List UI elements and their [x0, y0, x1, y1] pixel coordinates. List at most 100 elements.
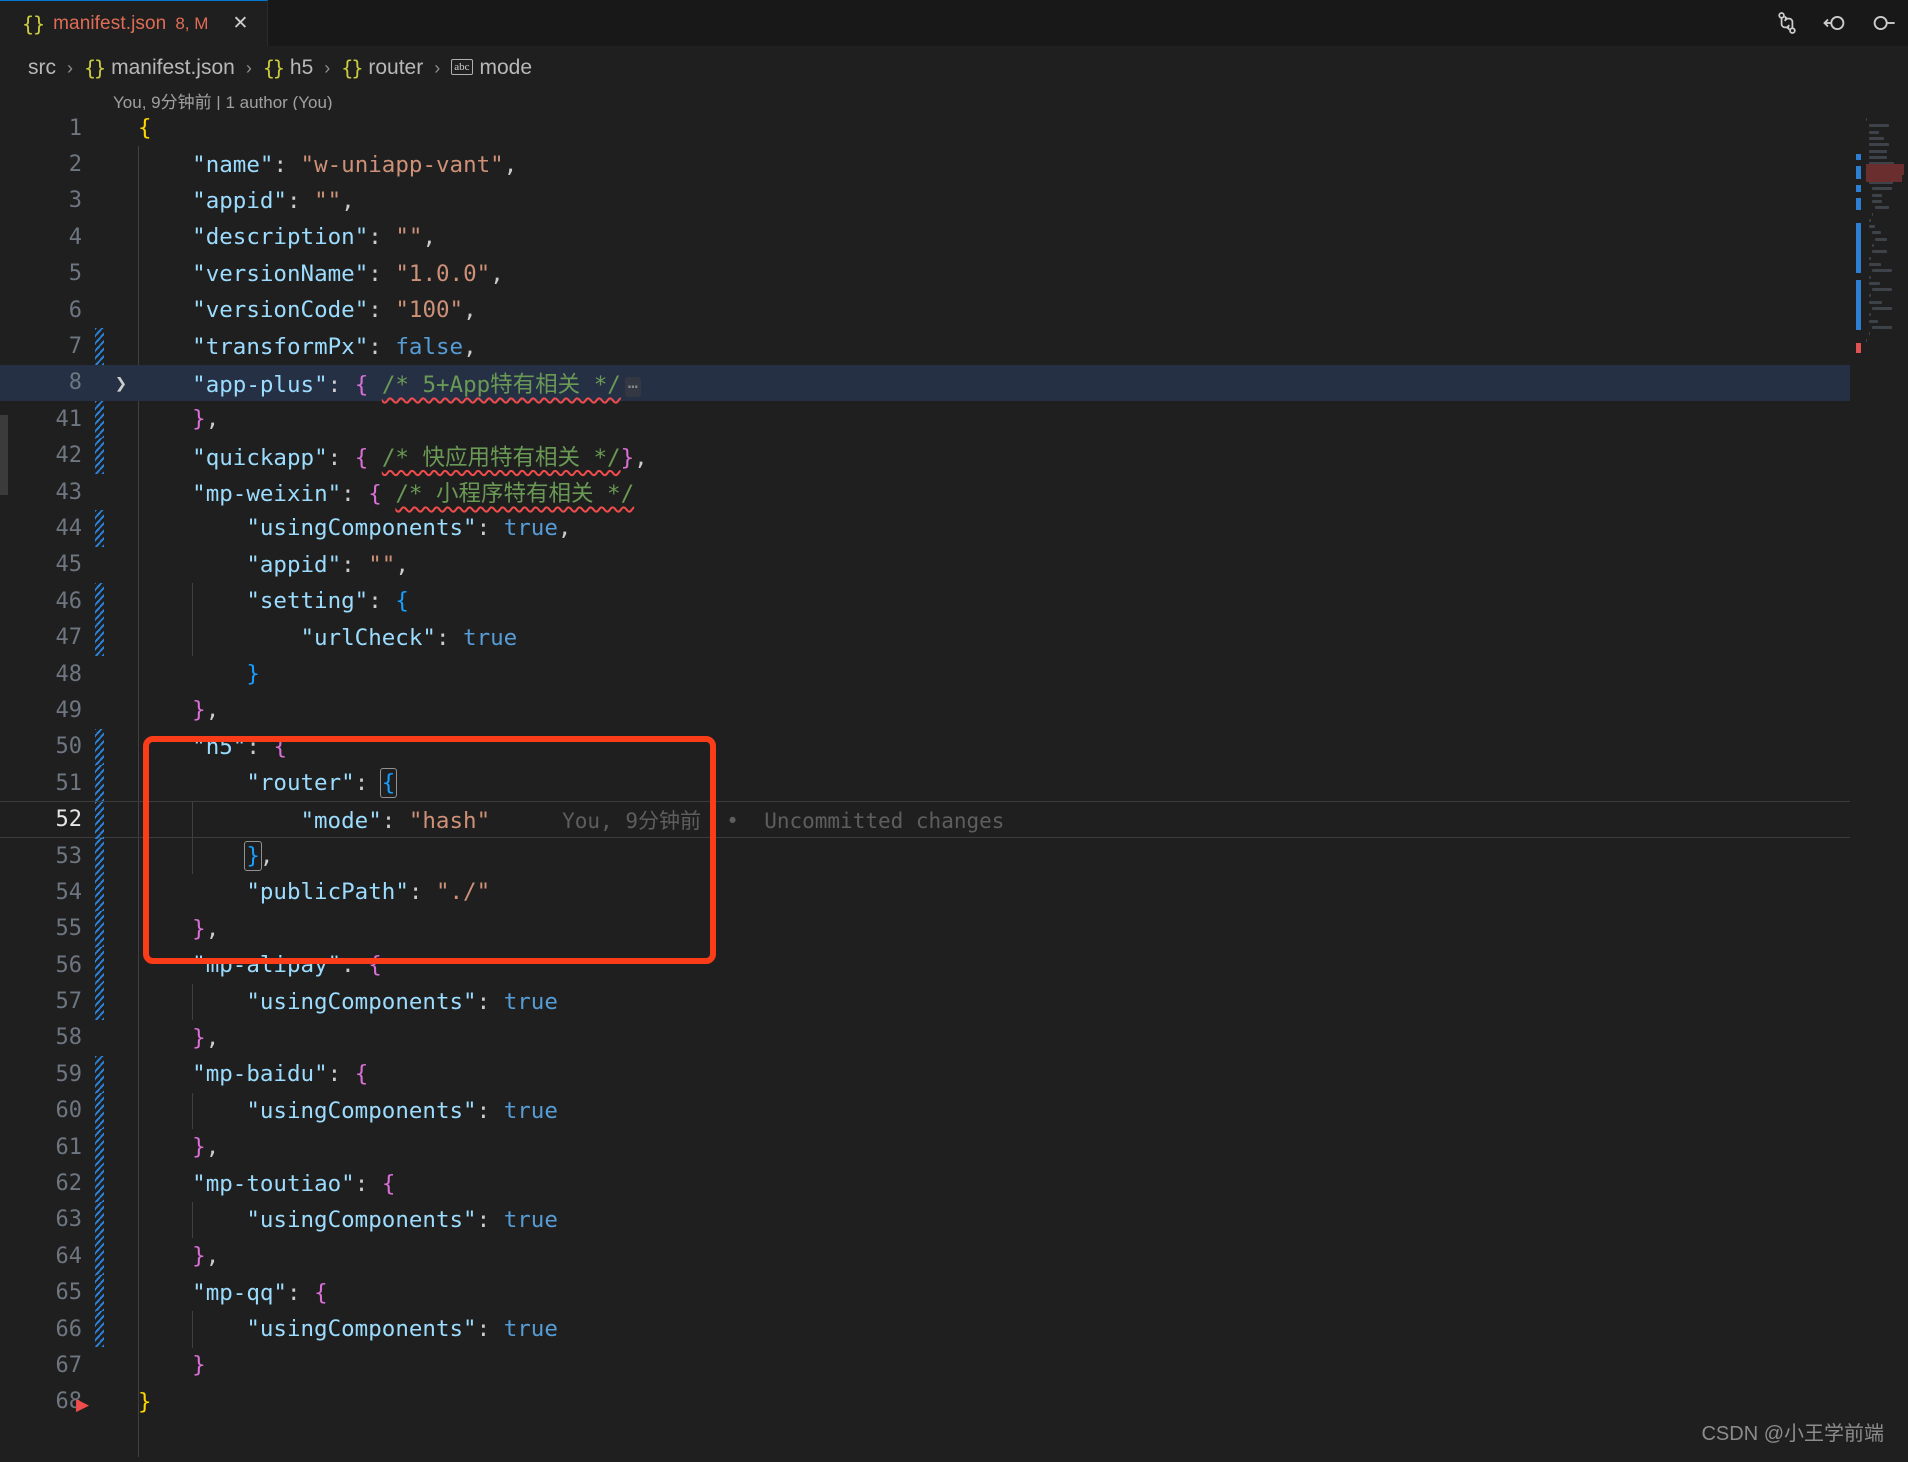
line-number: 61	[55, 1134, 83, 1160]
code-line[interactable]: 5 "versionName": "1.0.0",	[0, 256, 1908, 292]
line-number: 60	[55, 1098, 83, 1124]
code-line-content: "versionCode": "100",	[138, 297, 476, 323]
breadcrumb-item-manifest[interactable]: {} manifest.json	[84, 56, 235, 80]
line-number: 65	[55, 1280, 83, 1306]
git-change-indicator[interactable]	[95, 1274, 104, 1311]
more-actions-icon[interactable]	[1868, 8, 1898, 38]
breadcrumb-label: mode	[479, 56, 533, 79]
code-token: ""	[314, 187, 342, 214]
split-editor-icon[interactable]	[1772, 8, 1802, 38]
code-line[interactable]: 50 "h5": {	[0, 728, 1908, 766]
git-change-indicator[interactable]	[95, 765, 104, 802]
git-change-indicator[interactable]	[95, 583, 104, 620]
minimap-line	[1869, 143, 1889, 147]
code-line[interactable]: 6 "versionCode": "100",	[0, 292, 1908, 328]
breadcrumb-item-mode[interactable]: abc mode	[451, 56, 532, 80]
tab-manifest-json[interactable]: {} manifest.json 8, M ✕	[0, 0, 269, 46]
code-line[interactable]: 49},	[0, 692, 1908, 728]
code-token: "./"	[435, 879, 491, 906]
git-change-indicator[interactable]	[95, 874, 104, 911]
git-change-indicator[interactable]	[95, 1201, 104, 1239]
code-line[interactable]: 60 "usingComponents": true	[0, 1092, 1908, 1129]
chevron-right-icon[interactable]: ❯	[108, 365, 134, 401]
minimap-line	[1869, 149, 1887, 153]
git-change-indicator[interactable]	[95, 510, 104, 547]
code-line[interactable]: 44 "usingComponents": true,	[0, 510, 1908, 547]
code-token: "setting"	[246, 588, 369, 615]
code-line[interactable]: 55},	[0, 910, 1908, 947]
code-line[interactable]: 52 "mode": "hash" You, 9分钟前 • Uncommitted …	[0, 801, 1908, 839]
code-line[interactable]: 62 "mp-toutiao": {	[0, 1165, 1908, 1202]
open-changes-icon[interactable]	[1820, 8, 1850, 38]
code-line[interactable]: 58},	[0, 1020, 1908, 1056]
code-line[interactable]: 8 ❯ "app-plus": { /* 5+App特有相关 */⋯	[0, 364, 1908, 402]
code-line[interactable]: 54 "publicPath": "./"	[0, 874, 1908, 911]
chevron-right-icon: ›	[245, 57, 252, 78]
code-line[interactable]: 57 "usingComponents": true	[0, 983, 1908, 1020]
breadcrumb-item-router[interactable]: {} router	[341, 56, 423, 80]
minimap-line	[1869, 262, 1881, 266]
git-change-indicator[interactable]	[95, 728, 104, 766]
close-icon[interactable]: ✕	[227, 11, 253, 37]
git-change-indicator[interactable]	[95, 619, 104, 656]
code-line[interactable]: 68}	[0, 1384, 1908, 1420]
code-line[interactable]: 65 "mp-qq": {	[0, 1274, 1908, 1311]
code-line[interactable]: 43 "mp-weixin": { /* 小程序特有相关 */	[0, 474, 1908, 510]
code-line[interactable]: 48}	[0, 656, 1908, 692]
code-line[interactable]: 4 "description": "",	[0, 219, 1908, 255]
code-line[interactable]: 42 "quickapp": { /* 快应用特有相关 */},	[0, 437, 1908, 474]
git-change-indicator[interactable]	[95, 328, 104, 365]
minimap-line	[1872, 193, 1883, 197]
breadcrumb-item-h5[interactable]: {} h5	[263, 56, 313, 80]
code-line[interactable]: 2 "name": "w-uniapp-vant",	[0, 146, 1908, 182]
git-change-indicator[interactable]	[95, 1056, 104, 1093]
code-line[interactable]: 47 "urlCheck": true	[0, 619, 1908, 656]
git-change-indicator[interactable]	[95, 437, 104, 474]
code-line-content: "usingComponents": true	[138, 1316, 558, 1342]
minimap-line	[1869, 256, 1871, 260]
git-change-indicator[interactable]	[95, 1092, 104, 1129]
code-token: :	[408, 879, 436, 906]
code-line[interactable]: 66 "usingComponents": true	[0, 1310, 1908, 1348]
git-change-indicator[interactable]	[95, 802, 104, 839]
minimap[interactable]	[1850, 110, 1908, 1462]
code-line[interactable]: 1{	[0, 110, 1908, 146]
code-editor[interactable]: 1{2 "name": "w-uniapp-vant", 3 "appid": "",…	[0, 110, 1908, 1462]
git-change-indicator[interactable]	[95, 910, 104, 947]
git-change-indicator[interactable]	[95, 1128, 104, 1166]
code-token: "quickapp"	[192, 444, 328, 471]
git-change-indicator[interactable]	[95, 946, 104, 984]
line-number: 55	[55, 916, 83, 942]
code-line[interactable]: 59 "mp-baidu": {	[0, 1056, 1908, 1093]
code-line[interactable]: 41},	[0, 401, 1908, 438]
code-line[interactable]: 45 "appid": "",	[0, 547, 1908, 583]
breadcrumb-item-src[interactable]: src	[28, 56, 56, 80]
code-line[interactable]: 56 "mp-alipay": {	[0, 946, 1908, 984]
code-line[interactable]: 46 "setting": {	[0, 583, 1908, 620]
line-number: 43	[55, 479, 83, 505]
code-line-content: "urlCheck": true	[138, 625, 517, 651]
git-change-indicator[interactable]	[95, 1310, 104, 1348]
code-token: true	[503, 515, 558, 542]
code-token: "appid"	[246, 551, 342, 578]
git-change-indicator[interactable]	[95, 837, 104, 875]
git-change-indicator[interactable]	[95, 401, 104, 438]
code-line[interactable]: 67}	[0, 1347, 1908, 1383]
code-line[interactable]: 51 "router": {	[0, 765, 1908, 802]
code-line[interactable]: 3 "appid": "",	[0, 183, 1908, 219]
git-change-indicator[interactable]	[95, 983, 104, 1020]
code-line[interactable]: 53},	[0, 837, 1908, 875]
code-line[interactable]: 64},	[0, 1238, 1908, 1275]
git-change-indicator[interactable]	[95, 1238, 104, 1275]
code-token: :	[327, 371, 355, 398]
code-line[interactable]: 61},	[0, 1128, 1908, 1166]
vertical-scrollbar[interactable]	[0, 415, 8, 495]
git-change-indicator[interactable]	[95, 1165, 104, 1202]
code-token: :	[381, 807, 409, 834]
code-line[interactable]: 7 "transformPx": false,	[0, 328, 1908, 365]
code-token: "mp-toutiao"	[192, 1170, 355, 1197]
folded-region-indicator[interactable]: ⋯	[624, 376, 642, 397]
code-line-content: "mode": "hash" You, 9分钟前 • Uncommitted ch…	[138, 805, 1004, 835]
code-token: ,	[634, 444, 648, 471]
code-line[interactable]: 63 "usingComponents": true	[0, 1201, 1908, 1239]
